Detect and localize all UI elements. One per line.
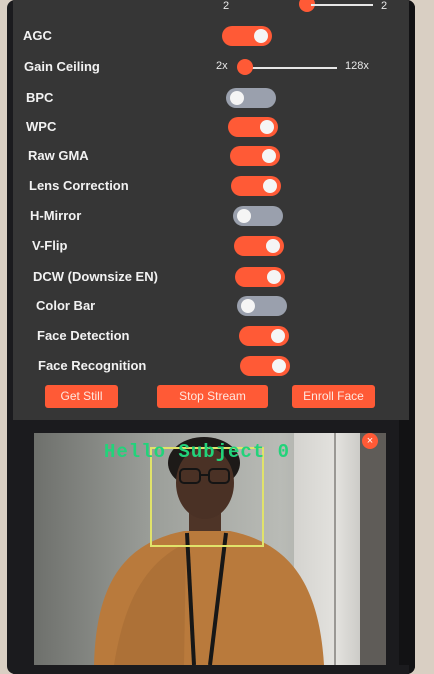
setting-label-lens-correction: Lens Correction (29, 178, 129, 193)
toggle-knob (230, 91, 244, 105)
setting-row-gain-ceiling: Gain Ceiling 2x 128x (13, 53, 409, 81)
gain-ceiling-slider-track[interactable] (245, 67, 337, 69)
setting-label-color-bar: Color Bar (36, 298, 96, 313)
setting-row-lens-correction: Lens Correction (13, 172, 409, 200)
gain-ceiling-max-label: 128x (345, 60, 369, 72)
toggle-knob (254, 29, 268, 43)
toggle-knob (267, 270, 281, 284)
toggle-knob (260, 120, 274, 134)
setting-row-wpc: WPC (13, 113, 409, 141)
setting-row-v-flip: V-Flip (13, 232, 409, 260)
lens-correction-toggle[interactable] (231, 176, 281, 196)
face-recognition-toggle[interactable] (240, 356, 290, 376)
setting-row-color-bar: Color Bar (13, 292, 409, 320)
setting-row-h-mirror: H-Mirror (13, 202, 409, 230)
toggle-knob (263, 179, 277, 193)
gain-ceiling-slider-thumb[interactable] (237, 59, 253, 75)
camera-settings-panel: 2 2 AGC Gain Ceiling 2x 128x BPC WPC Raw… (13, 0, 409, 420)
bpc-toggle[interactable] (226, 88, 276, 108)
partial-slider-row: 2 2 (13, 0, 409, 12)
partial-slider-max-label: 2 (381, 0, 388, 12)
wpc-toggle[interactable] (228, 117, 278, 137)
dcw-toggle[interactable] (235, 267, 285, 287)
h-mirror-toggle[interactable] (233, 206, 283, 226)
raw-gma-toggle[interactable] (230, 146, 280, 166)
color-bar-toggle[interactable] (237, 296, 287, 316)
phone-screen: 2 2 AGC Gain Ceiling 2x 128x BPC WPC Raw… (7, 0, 415, 674)
get-still-button[interactable]: Get Still (45, 385, 118, 408)
setting-label-face-recognition: Face Recognition (38, 358, 147, 373)
gain-ceiling-min-label: 2x (216, 60, 228, 72)
toggle-knob (262, 149, 276, 163)
setting-label-h-mirror: H-Mirror (30, 208, 82, 223)
partial-slider-thumb[interactable] (299, 0, 315, 12)
toggle-knob (237, 209, 251, 223)
setting-row-face-detection: Face Detection (13, 322, 409, 350)
toggle-knob (241, 299, 255, 313)
enroll-face-button[interactable]: Enroll Face (292, 385, 375, 408)
setting-row-dcw: DCW (Downsize EN) (13, 263, 409, 291)
partial-slider-min-label: 2 (223, 0, 230, 12)
setting-label-face-detection: Face Detection (37, 328, 130, 343)
camera-stream-view: Hello Subject 0 × (34, 433, 386, 665)
setting-row-bpc: BPC (13, 84, 409, 112)
close-icon[interactable]: × (362, 433, 378, 449)
setting-row-face-recognition: Face Recognition (13, 352, 409, 380)
setting-label-raw-gma: Raw GMA (28, 148, 89, 163)
phone-bottom-bezel (13, 665, 409, 674)
setting-label-wpc: WPC (26, 119, 57, 134)
setting-label-gain-ceiling: Gain Ceiling (24, 59, 100, 74)
face-detection-toggle[interactable] (239, 326, 289, 346)
stop-stream-button[interactable]: Stop Stream (157, 385, 268, 408)
setting-label-agc: AGC (23, 28, 52, 43)
setting-row-raw-gma: Raw GMA (13, 142, 409, 170)
partial-slider-track[interactable] (311, 4, 373, 6)
setting-label-dcw: DCW (Downsize EN) (33, 269, 158, 284)
setting-label-v-flip: V-Flip (32, 238, 68, 253)
v-flip-toggle[interactable] (234, 236, 284, 256)
setting-label-bpc: BPC (26, 90, 54, 105)
agc-toggle[interactable] (222, 26, 272, 46)
toggle-knob (271, 329, 285, 343)
toggle-knob (266, 239, 280, 253)
recognition-overlay-text: Hello Subject 0 (104, 441, 291, 463)
setting-row-agc: AGC (13, 22, 409, 50)
toggle-knob (272, 359, 286, 373)
